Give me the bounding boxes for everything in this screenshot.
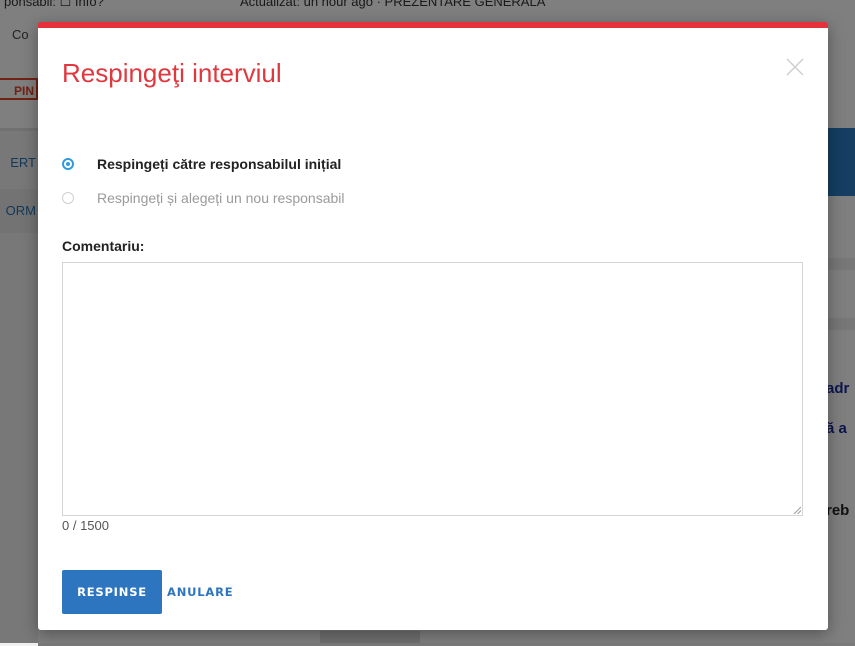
radio-label: Respingeți către responsabilul inițial bbox=[97, 156, 342, 172]
radio-label: Respingeți și alegeți un nou responsabil bbox=[97, 190, 345, 206]
resize-handle-icon[interactable] bbox=[793, 506, 801, 514]
comment-textarea[interactable] bbox=[62, 262, 803, 516]
close-icon bbox=[786, 58, 804, 76]
comment-label: Comentariu: bbox=[62, 238, 145, 254]
cancel-button[interactable]: ANULARE bbox=[167, 570, 233, 614]
reject-interview-dialog: Respingeţi interviul Respingeți către re… bbox=[38, 22, 828, 630]
close-button[interactable] bbox=[784, 56, 806, 78]
radio-button-unchecked[interactable] bbox=[62, 192, 74, 204]
radio-button-checked[interactable] bbox=[62, 158, 74, 170]
reject-button[interactable]: RESPINSE bbox=[62, 570, 162, 614]
character-counter: 0 / 1500 bbox=[62, 518, 109, 533]
dialog-title: Respingeţi interviul bbox=[62, 58, 282, 88]
radio-option-initial-owner[interactable]: Respingeți către responsabilul inițial bbox=[62, 154, 341, 174]
radio-option-new-owner[interactable]: Respingeți și alegeți un nou responsabil bbox=[62, 188, 345, 208]
